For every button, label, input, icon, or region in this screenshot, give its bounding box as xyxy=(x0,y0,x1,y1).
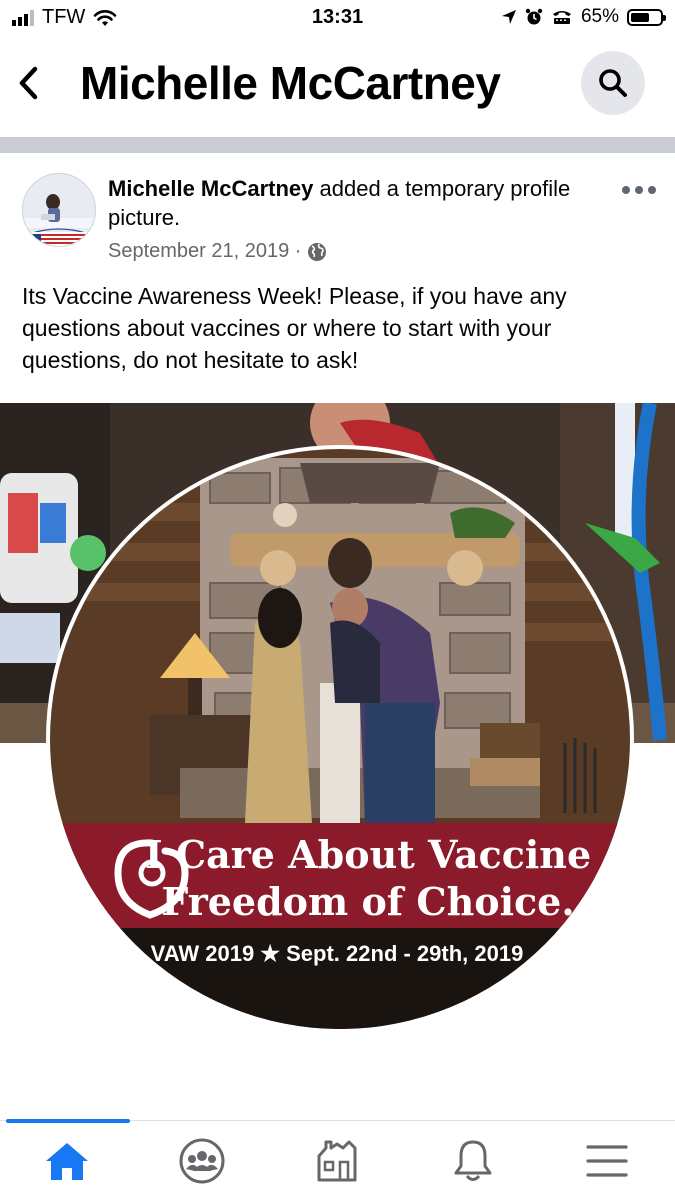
tab-marketplace[interactable] xyxy=(307,1133,367,1189)
battery-fill xyxy=(631,12,650,22)
post-date[interactable]: September 21, 2019 · xyxy=(108,240,301,263)
search-icon xyxy=(599,69,627,97)
avatar[interactable] xyxy=(22,173,96,247)
groups-icon xyxy=(179,1138,225,1184)
status-bar: TFW 13:31 65% xyxy=(0,0,675,40)
banner-line-1: I Care About Vaccine xyxy=(145,832,591,877)
post-photo[interactable]: I Care About Vaccine Freedom of Choice. … xyxy=(0,403,675,1043)
post-header-text: Michelle McCartney added a temporary pro… xyxy=(108,174,608,232)
home-icon xyxy=(46,1143,88,1180)
back-button[interactable] xyxy=(18,62,48,104)
more-options-button[interactable] xyxy=(622,180,656,200)
avatar-image xyxy=(23,174,95,246)
banner-footer-text: VAW 2019 ★ Sept. 22nd - 29th, 2019 xyxy=(151,941,524,966)
tab-groups[interactable] xyxy=(172,1133,232,1189)
active-tab-indicator xyxy=(6,1119,130,1123)
battery-icon xyxy=(627,8,666,26)
chevron-left-icon xyxy=(19,66,38,100)
globe-icon xyxy=(308,242,327,261)
section-divider xyxy=(0,137,675,153)
post-text: Its Vaccine Awareness Week! Please, if y… xyxy=(22,283,567,373)
battery-percent: 65% xyxy=(580,6,619,27)
tab-home[interactable] xyxy=(37,1133,97,1189)
tab-menu[interactable] xyxy=(577,1133,637,1189)
banner-line-2: Freedom of Choice. xyxy=(161,879,574,924)
profile-frame-image: I Care About Vaccine Freedom of Choice. … xyxy=(0,403,675,1033)
profile-header: Michelle McCartney xyxy=(0,40,675,136)
bottom-tab-bar xyxy=(0,1119,675,1201)
page-title: Michelle McCartney xyxy=(80,57,501,109)
more-horizontal-icon xyxy=(622,186,630,194)
search-button[interactable] xyxy=(581,51,645,115)
post-author-link[interactable]: Michelle McCartney xyxy=(108,176,313,201)
alarm-icon xyxy=(525,8,543,25)
tty-icon xyxy=(552,11,571,24)
marketplace-icon xyxy=(317,1140,357,1182)
tab-notifications[interactable] xyxy=(443,1133,503,1189)
bell-icon xyxy=(454,1140,492,1181)
menu-icon xyxy=(586,1145,628,1177)
status-right: 65% xyxy=(501,6,666,28)
location-arrow-icon xyxy=(501,10,516,24)
post-meta: September 21, 2019 · xyxy=(108,240,327,263)
